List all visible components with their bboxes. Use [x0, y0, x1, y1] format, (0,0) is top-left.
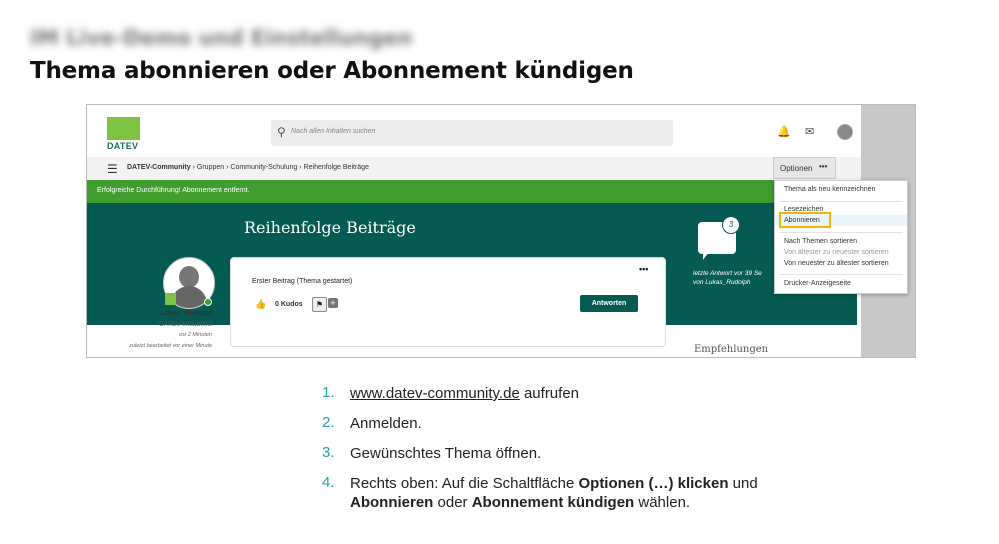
- search-icon: ⚲: [277, 125, 286, 139]
- reply-count-icon: 3: [698, 216, 740, 260]
- kudos-count: 0 Kudos: [275, 301, 303, 308]
- breadcrumb-separator: ›: [226, 164, 229, 171]
- search-placeholder: Nach allen Inhalten suchen: [291, 128, 376, 135]
- options-label: Optionen: [780, 164, 813, 173]
- success-message: Erfolgreiche Durchführung! Abonnement en…: [97, 187, 250, 194]
- breadcrumb-item[interactable]: Community-Schulung: [230, 164, 297, 171]
- mail-icon[interactable]: ✉: [805, 125, 814, 138]
- screenshot-panel: DATEV ⚲ Nach allen Inhalten suchen 🔔 ✉ ☰…: [86, 104, 916, 358]
- menu-item-mark-new[interactable]: Thema als neu kennzeichnen: [784, 186, 875, 193]
- user-avatar[interactable]: [837, 124, 853, 140]
- breadcrumb-root[interactable]: DATEV-Community: [127, 164, 191, 171]
- rank-badge-icon: [165, 293, 176, 305]
- topic-title: Reihenfolge Beiträge: [244, 218, 416, 237]
- edited-time: zuletzt bearbeitet vor einer Minute: [129, 343, 212, 349]
- reply-count: 3: [722, 216, 740, 234]
- logo-text: DATEV: [107, 141, 139, 151]
- menu-item-sort-topics[interactable]: Nach Themen sortieren: [784, 238, 857, 245]
- breadcrumb-separator: ›: [299, 164, 302, 171]
- reply-button[interactable]: Antworten: [580, 295, 638, 312]
- breadcrumb-item[interactable]: Reihenfolge Beiträge: [304, 164, 369, 171]
- success-banner: Erfolgreiche Durchführung! Abonnement en…: [87, 180, 861, 203]
- options-button[interactable]: Optionen •••: [773, 157, 836, 179]
- page-title: Thema abonnieren oder Abonnement kündige…: [30, 58, 634, 84]
- bell-icon[interactable]: 🔔: [777, 125, 791, 138]
- datev-logo[interactable]: DATEV: [107, 117, 140, 151]
- breadcrumb: DATEV-Community › Gruppen › Community-Sc…: [127, 164, 369, 171]
- menu-item-newest-oldest[interactable]: Von neuester zu ältester sortieren: [784, 260, 889, 267]
- community-link[interactable]: www.datev-community.de: [350, 385, 520, 402]
- post-menu-icon[interactable]: •••: [639, 264, 648, 274]
- search-input[interactable]: ⚲ Nach allen Inhalten suchen: [271, 120, 673, 146]
- logo-square: [107, 117, 140, 140]
- post-card: ••• Erster Beitrag (Thema gestartet) 👍 0…: [230, 257, 666, 347]
- recommendations-heading: Empfehlungen: [694, 344, 769, 355]
- breadcrumb-separator: ›: [192, 164, 195, 171]
- add-tag-icon[interactable]: +: [328, 298, 338, 308]
- post-label: Erster Beitrag (Thema gestartet): [252, 278, 353, 285]
- author-name[interactable]: Lukas_Rudolph: [157, 310, 213, 317]
- breadcrumb-item[interactable]: Gruppen: [197, 164, 224, 171]
- menu-item-oldest-newest[interactable]: Von ältester zu neuester sortieren: [784, 249, 889, 256]
- author-role: DATEV-Mitarbeiter: [159, 321, 213, 328]
- subscribe-highlight-box: [779, 212, 831, 228]
- last-answer-info: letzte Antwort vor 39 Se von Lukas_Rudol…: [693, 270, 762, 286]
- kudos-thumb-icon[interactable]: 👍: [255, 299, 266, 310]
- hamburger-icon[interactable]: ☰: [107, 162, 118, 176]
- online-status-icon: [204, 298, 212, 306]
- options-menu: Thema als neu kennzeichnen Lesezeichen A…: [774, 180, 908, 294]
- more-dots-icon: •••: [819, 162, 828, 171]
- tag-icon[interactable]: ⚑: [312, 297, 327, 312]
- blurred-section-title: IM Live-Demo und Einstellungen: [30, 26, 413, 50]
- breadcrumb-bar: ☰ DATEV-Community › Gruppen › Community-…: [87, 157, 861, 179]
- menu-item-print[interactable]: Drucker-Anzeigeseite: [784, 280, 851, 287]
- post-time: vor 2 Minuten: [178, 332, 212, 338]
